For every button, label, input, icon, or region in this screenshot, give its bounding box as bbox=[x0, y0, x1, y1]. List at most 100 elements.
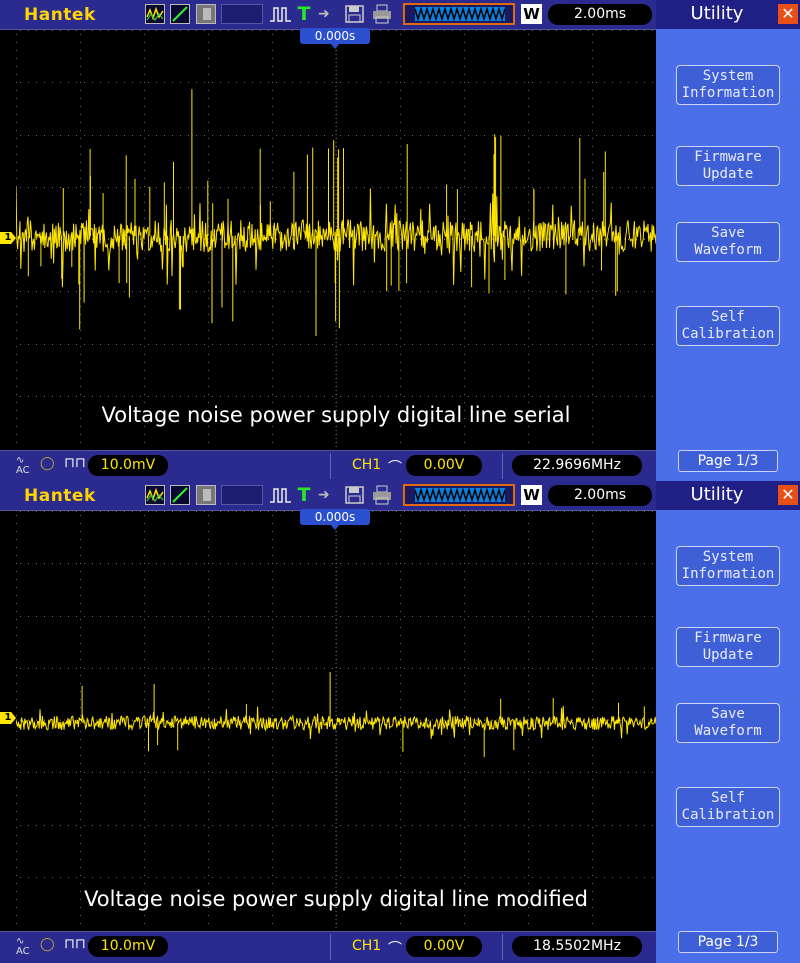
grid-dot bbox=[272, 194, 273, 195]
grid-dot bbox=[400, 851, 401, 852]
pulse-icon[interactable] bbox=[269, 4, 293, 24]
pulse-icon[interactable] bbox=[269, 485, 293, 505]
grid-dot bbox=[144, 739, 145, 740]
page-button[interactable]: Page 1/3 bbox=[678, 931, 778, 953]
grid-dot bbox=[208, 298, 209, 299]
arrow-icon[interactable]: ➜ bbox=[318, 485, 340, 505]
grid-dot bbox=[628, 344, 629, 345]
grid-dot bbox=[272, 811, 273, 812]
grid-dot bbox=[400, 178, 401, 179]
grid-dot bbox=[400, 915, 401, 916]
grid-dot bbox=[300, 825, 301, 826]
grid-dot bbox=[388, 30, 389, 31]
self-calibration-button[interactable]: Self Calibration bbox=[676, 306, 780, 346]
grid-dot bbox=[144, 579, 145, 580]
channel-1-marker[interactable]: 1 bbox=[0, 712, 16, 724]
grid-dot bbox=[532, 772, 533, 773]
system-information-button[interactable]: System Information bbox=[676, 546, 780, 586]
firmware-update-button[interactable]: Firmware Update bbox=[676, 146, 780, 186]
grid-dot bbox=[500, 135, 501, 136]
grid-dot bbox=[272, 322, 273, 323]
save-waveform-button[interactable]: Save Waveform bbox=[676, 222, 780, 262]
grid-dot bbox=[188, 396, 189, 397]
firmware-update-button[interactable]: Firmware Update bbox=[676, 627, 780, 667]
grid-dot bbox=[468, 396, 469, 397]
grid-dot bbox=[16, 595, 17, 596]
grid-dot bbox=[284, 187, 285, 188]
grid-dot bbox=[400, 715, 401, 716]
grid-dot bbox=[80, 787, 81, 788]
grid-dot bbox=[80, 523, 81, 524]
waveform-icon[interactable] bbox=[145, 485, 165, 505]
grid-dot bbox=[532, 668, 533, 669]
grid-dot bbox=[144, 643, 145, 644]
grid-dot bbox=[300, 291, 301, 292]
trigger-icon[interactable]: T bbox=[296, 4, 312, 24]
grid-dot bbox=[28, 668, 29, 669]
grid-dot bbox=[436, 187, 437, 188]
grid-dot bbox=[528, 843, 529, 844]
grid-dot bbox=[244, 135, 245, 136]
channel-1-marker[interactable]: 1 bbox=[0, 232, 16, 244]
grid-dot bbox=[644, 668, 645, 669]
grid-dot bbox=[404, 396, 405, 397]
grid-dot bbox=[272, 82, 273, 83]
grid-dot bbox=[308, 187, 309, 188]
grid-dot bbox=[300, 877, 301, 878]
trigger-icon[interactable]: T bbox=[296, 485, 312, 505]
volts-div-readout[interactable]: 10.0mV bbox=[88, 455, 168, 476]
line-icon[interactable] bbox=[170, 485, 190, 505]
trigger-level-readout[interactable]: 0.00V bbox=[406, 455, 482, 476]
grid-dot bbox=[164, 135, 165, 136]
arrow-icon[interactable]: ➜ bbox=[318, 4, 340, 24]
grid-dot bbox=[316, 616, 317, 617]
timebase-readout[interactable]: 2.00ms bbox=[548, 485, 652, 506]
grid-dot bbox=[564, 616, 565, 617]
grid-dot bbox=[284, 668, 285, 669]
grid-dot bbox=[528, 515, 529, 516]
grid-dot bbox=[52, 563, 53, 564]
self-calibration-button[interactable]: Self Calibration bbox=[676, 787, 780, 827]
print-icon[interactable] bbox=[372, 4, 392, 24]
grid-dot bbox=[16, 635, 17, 636]
waveform-icon[interactable] bbox=[145, 4, 165, 24]
grid-dot bbox=[564, 30, 565, 31]
grid-dot bbox=[144, 547, 145, 548]
grid-dot bbox=[144, 827, 145, 828]
grid-dot bbox=[380, 511, 381, 512]
save-waveform-button[interactable]: Save Waveform bbox=[676, 703, 780, 743]
grid-dot bbox=[540, 668, 541, 669]
grid-dot bbox=[292, 616, 293, 617]
grid-dot bbox=[52, 291, 53, 292]
window-mode-icon[interactable]: W bbox=[521, 485, 542, 505]
timebase-readout[interactable]: 2.00ms bbox=[548, 4, 652, 25]
save-disk-icon[interactable] bbox=[345, 4, 364, 24]
grid-dot bbox=[80, 547, 81, 548]
save-disk-icon[interactable] bbox=[345, 485, 364, 505]
line-icon[interactable] bbox=[170, 4, 190, 24]
trigger-level-readout[interactable]: 0.00V bbox=[406, 936, 482, 957]
grid-dot bbox=[528, 691, 529, 692]
grid-dot bbox=[228, 877, 229, 878]
close-icon[interactable]: ✕ bbox=[778, 4, 798, 24]
grid-dot bbox=[508, 511, 509, 512]
system-information-button[interactable]: System Information bbox=[676, 65, 780, 105]
grid-dot bbox=[400, 138, 401, 139]
volts-div-readout[interactable]: 10.0mV bbox=[88, 936, 168, 957]
print-icon[interactable] bbox=[372, 485, 392, 505]
grid-dot bbox=[208, 771, 209, 772]
window-mode-icon[interactable]: W bbox=[521, 4, 542, 24]
grid-dot bbox=[16, 314, 17, 315]
grid-dot bbox=[144, 883, 145, 884]
grid-dot bbox=[528, 186, 529, 187]
grid-dot bbox=[308, 135, 309, 136]
close-icon[interactable]: ✕ bbox=[778, 485, 798, 505]
display-mode-icon[interactable] bbox=[196, 4, 216, 24]
grid-dot bbox=[208, 803, 209, 804]
grid-dot bbox=[592, 795, 593, 796]
page-button[interactable]: Page 1/3 bbox=[678, 450, 778, 472]
display-mode-icon[interactable] bbox=[196, 485, 216, 505]
grid-dot bbox=[400, 691, 401, 692]
grid-dot bbox=[208, 659, 209, 660]
rising-edge-icon: ⌒ bbox=[388, 941, 402, 957]
